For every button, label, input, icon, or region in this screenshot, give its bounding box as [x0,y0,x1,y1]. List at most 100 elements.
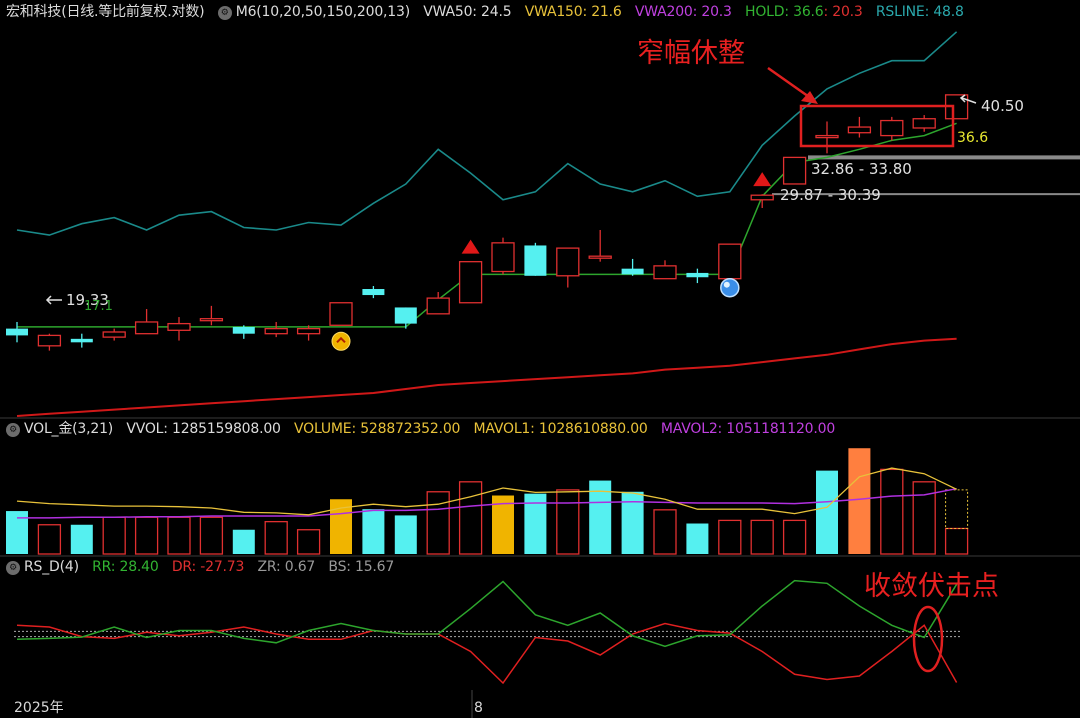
candle [556,247,580,288]
dr-value: DR: -27.73 [171,559,245,575]
candle [70,333,93,348]
candle-body [621,268,644,275]
zone-band-upper [808,155,1080,160]
candle [491,237,515,275]
consolidation-arrow [767,66,813,101]
candle-body [491,242,515,273]
label-hold-value: 36.6 [957,130,988,146]
candle-body [880,119,904,137]
volume-bar [37,524,62,555]
candle [718,243,742,280]
mavol1-value: MAVOL1: 1028610880.00 [473,421,648,437]
candle-body [426,297,450,315]
label-high: 40.50 [981,97,1024,115]
volume-bar [880,468,904,555]
volume-bar [816,470,838,554]
candle [37,333,62,351]
volume-bar [296,529,321,555]
candle-body [524,245,547,276]
candle [686,268,709,284]
label-zone-upper: 32.86 - 33.80 [811,160,912,178]
candle [232,325,255,339]
volume-bar [199,516,224,555]
rsline-line [16,31,958,236]
candle [815,121,839,154]
zr-value: ZR: 0.67 [257,559,316,575]
candle [426,292,450,315]
candle [524,242,547,276]
volume-bar [264,520,288,555]
blue-ball-highlight [723,281,730,288]
price-lines [16,31,958,417]
chart-canvas: 窄幅休整 收敛伏击点 40.50 36.6 32.86 - 33.80 29.8… [0,31,1080,718]
candle [167,317,191,341]
candle [102,328,126,341]
candle-body [6,328,28,336]
candle-body [167,322,191,331]
candle [458,261,483,304]
candle [621,258,644,276]
candle [134,309,159,335]
volume-bar [362,509,385,554]
gear-icon[interactable]: ⚙ [6,561,20,575]
volume-value: VOLUME: 528872352.00 [294,421,461,437]
volume-bar [426,491,450,555]
candle [362,286,385,299]
time-axis-year: 2025年 [14,700,64,716]
rs-indicator-name[interactable]: RS_D(4) [24,559,79,575]
gear-icon[interactable]: ⚙ [6,423,20,437]
candle-body [394,307,417,324]
candle-body [847,126,872,134]
volume-bar [782,519,807,555]
label-zone-lower: 29.87 - 30.39 [780,186,881,204]
convergence-circle [912,605,944,673]
vwa50-value: VWA50: 24.5 [423,4,512,20]
candle-body [199,318,224,322]
arrow-low-icon [45,295,62,305]
vwa200-value: VWA200: 20.3 [634,4,732,20]
gear-icon[interactable]: ⚙ [217,6,232,20]
candle [6,321,28,343]
bs-value: BS: 15.67 [328,559,395,575]
vvol-value: VVOL: 1285159808.00 [126,421,281,437]
volume-bar [718,519,742,555]
candle-body [815,134,839,139]
candle-body [134,321,159,335]
candle [394,307,417,329]
candle [912,115,936,132]
volume-bar [458,481,483,555]
buy-signal-icon [331,331,351,351]
candle-body [718,243,742,280]
volume-bar [556,489,580,555]
convergence-label: 收敛伏击点 [864,571,999,602]
volume-bar [686,523,709,554]
candle-body [556,247,580,277]
rsline-value: RSLINE: 48.8 [875,4,964,20]
volume-indicator-name[interactable]: VOL_金(3,21) [24,421,113,437]
candle [588,229,612,262]
consolidation-label: 窄幅休整 [637,38,745,69]
candle-series [6,94,969,351]
candle-body [912,118,936,129]
price-panel-header: 宏和科技(日线.等比前复权.对数) ⚙ M6(10,20,50,150,200,1… [6,2,973,22]
rr-value: RR: 28.40 [92,559,159,575]
candle-body [458,261,483,304]
red-triangle-icon [461,239,480,254]
candle [199,305,224,326]
candle-body [102,331,126,338]
candle-body [264,327,288,335]
candle-body [362,289,385,296]
volume-bar [944,527,969,555]
volume-bar [750,519,774,555]
volume-bar [102,516,126,555]
indicator-params[interactable]: M6(10,20,50,150,200,13) [236,4,410,20]
volume-bar [912,481,936,555]
volume-bar [70,524,93,554]
candle-body [588,255,612,259]
mavol2-value: MAVOL2: 1051181120.00 [660,421,836,437]
candle-body [750,194,774,201]
hold-value: HOLD: 36.6 [745,4,824,20]
candle-body [329,302,353,326]
volume-bar [232,529,255,554]
blue-ball-icon [720,277,740,298]
